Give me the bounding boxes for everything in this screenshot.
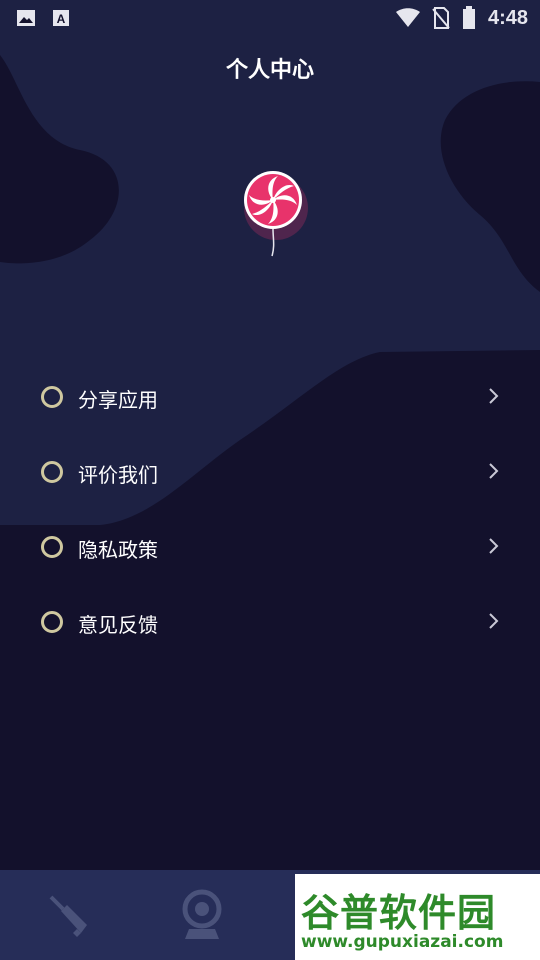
ring-icon	[41, 611, 63, 633]
menu-item-label: 评价我们	[78, 463, 158, 487]
ring-icon	[41, 536, 63, 558]
status-bar: A 4:48	[0, 0, 540, 40]
menu-item-label: 隐私政策	[78, 538, 158, 562]
chevron-right-icon	[489, 538, 499, 554]
menu-item-privacy[interactable]: 隐私政策	[0, 512, 540, 587]
menu-item-label: 意见反馈	[78, 613, 158, 637]
menu-item-feedback[interactable]: 意见反馈	[0, 587, 540, 662]
watermark: 谷普软件园 www.gupuxiazai.com	[295, 874, 540, 960]
lollipop-logo	[244, 171, 308, 257]
no-sim-icon	[432, 7, 450, 29]
broom-icon	[49, 895, 87, 937]
app-notification-icon: A	[53, 10, 69, 26]
svg-text:A: A	[57, 12, 66, 26]
camera-icon	[182, 889, 222, 939]
chevron-right-icon	[489, 613, 499, 629]
menu-item-share[interactable]: 分享应用	[0, 362, 540, 437]
menu-item-label: 分享应用	[78, 388, 158, 412]
ring-icon	[41, 461, 63, 483]
image-notification-icon	[17, 10, 35, 26]
battery-icon	[462, 6, 475, 29]
watermark-url: www.gupuxiazai.com	[301, 932, 504, 952]
tab-camera[interactable]	[172, 884, 232, 944]
status-time: 4:48	[487, 6, 528, 29]
tab-clean[interactable]	[38, 884, 98, 944]
menu-item-rate[interactable]: 评价我们	[0, 437, 540, 512]
ring-icon	[41, 386, 63, 408]
watermark-title: 谷普软件园	[301, 891, 497, 935]
chevron-right-icon	[489, 463, 499, 479]
wifi-icon	[395, 8, 420, 27]
chevron-right-icon	[489, 388, 499, 404]
page-title: 个人中心	[225, 58, 314, 83]
menu-list: 分享应用 评价我们 隐私政策 意见反馈	[0, 362, 540, 662]
